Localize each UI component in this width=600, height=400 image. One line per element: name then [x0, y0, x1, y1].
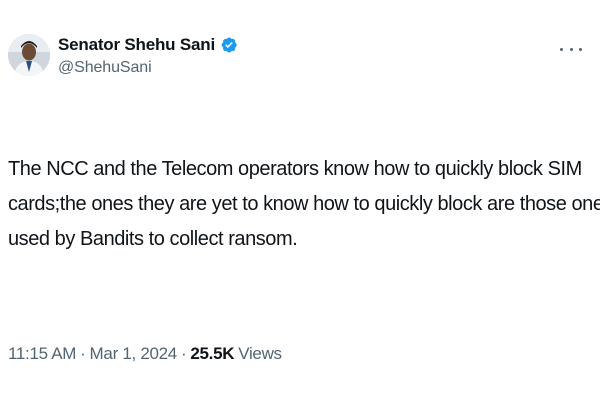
- tweet-date[interactable]: Mar 1, 2024: [90, 344, 178, 364]
- verified-badge-icon: [221, 37, 237, 53]
- avatar[interactable]: [8, 34, 50, 76]
- author-name[interactable]: Senator Shehu Sani: [58, 35, 215, 55]
- author-handle[interactable]: @ShehuSani: [58, 59, 238, 77]
- tweet-text-line: The NCC and the Telecom operators know h…: [8, 158, 582, 180]
- tweet-meta: 11:15 AM · Mar 1, 2024 · 25.5K Views: [8, 344, 282, 364]
- meta-separator: ·: [80, 344, 86, 363]
- views-count: 25.5K: [190, 344, 235, 363]
- more-dot: [560, 47, 563, 51]
- author-name-row: Senator Shehu Sani: [58, 34, 238, 56]
- more-options-icon[interactable]: [560, 40, 582, 58]
- author-block: Senator Shehu Sani @ShehuSani: [58, 34, 238, 77]
- more-dot: [569, 47, 573, 51]
- tweet-text-line: used by Bandits to collect ransom.: [8, 228, 298, 250]
- tweet-text: The NCC and the Telecom operators know h…: [8, 152, 600, 257]
- more-dot: [579, 47, 582, 51]
- meta-separator: ·: [180, 344, 187, 363]
- tweet-text-line: cards;the ones they are yet to know how …: [8, 193, 600, 215]
- tweet-time[interactable]: 11:15 AM: [8, 344, 76, 364]
- views-label: Views: [238, 344, 282, 363]
- avatar-image: [8, 34, 50, 76]
- tweet-card: Senator Shehu Sani @ShehuSani The NCC an…: [0, 0, 600, 400]
